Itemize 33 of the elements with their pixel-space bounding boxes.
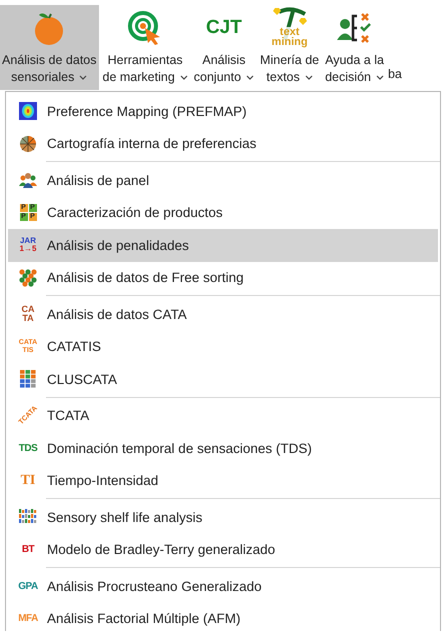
- menu-item[interactable]: BT Modelo de Bradley-Terry generalizado: [6, 534, 440, 566]
- menu-item[interactable]: Preference Mapping (PREFMAP): [6, 95, 440, 128]
- people-icon: [19, 172, 37, 188]
- menu-item[interactable]: Cartografía interna de preferencias: [6, 128, 440, 160]
- ribbon-button[interactable]: Herramientas de marketing: [100, 5, 190, 90]
- scatter-dots-icon: [19, 268, 37, 287]
- bar-rows-icon: [19, 509, 37, 526]
- abbreviation-icon: BT: [22, 544, 34, 556]
- menu-item[interactable]: CA TA Análisis de datos CATA: [6, 298, 440, 330]
- ti-icon: TI: [20, 472, 36, 489]
- pie-chart-icon: [19, 134, 37, 153]
- abbreviation-icon: TDS: [18, 442, 38, 454]
- ribbon-button[interactable]: Análisis de datos sensoriales: [0, 5, 99, 90]
- ribbon-button[interactable]: Ayuda a la decisión: [323, 5, 386, 90]
- menu-item[interactable]: MFA Análisis Factorial Múltiple (AFM): [6, 602, 440, 635]
- menu-item[interactable]: Análisis de datos de Free sorting: [6, 262, 440, 294]
- jar-icon: JAR 1→5: [20, 237, 36, 254]
- menu-item[interactable]: JAR 1→5 Análisis de penalidades: [8, 229, 438, 262]
- cata-icon: CA TA: [22, 305, 34, 324]
- menu-item[interactable]: Sensory shelf life analysis: [6, 501, 440, 534]
- menu-item[interactable]: TI Tiempo-Intensidad: [6, 464, 440, 497]
- heatmap-icon: [19, 102, 37, 120]
- menu-item[interactable]: Análisis de panel: [6, 164, 440, 196]
- abbreviation-icon: GPA: [18, 580, 38, 592]
- cjt-icon: CJT: [206, 17, 242, 39]
- abbreviation-icon: MFA: [18, 613, 38, 624]
- menu-item[interactable]: GPA Análisis Procrusteano Generalizado: [6, 570, 440, 602]
- ribbon-button[interactable]: text mining Minería de textos: [258, 5, 322, 90]
- menu-item[interactable]: TDS Dominación temporal de sensaciones (TDS): [6, 432, 440, 464]
- grid-icon: [20, 370, 36, 388]
- menu-item[interactable]: CLUSCATA: [6, 363, 440, 396]
- ribbon-button[interactable]: CJT Análisis conjunto: [192, 5, 256, 90]
- ribbon-button[interactable]: ba: [388, 5, 402, 90]
